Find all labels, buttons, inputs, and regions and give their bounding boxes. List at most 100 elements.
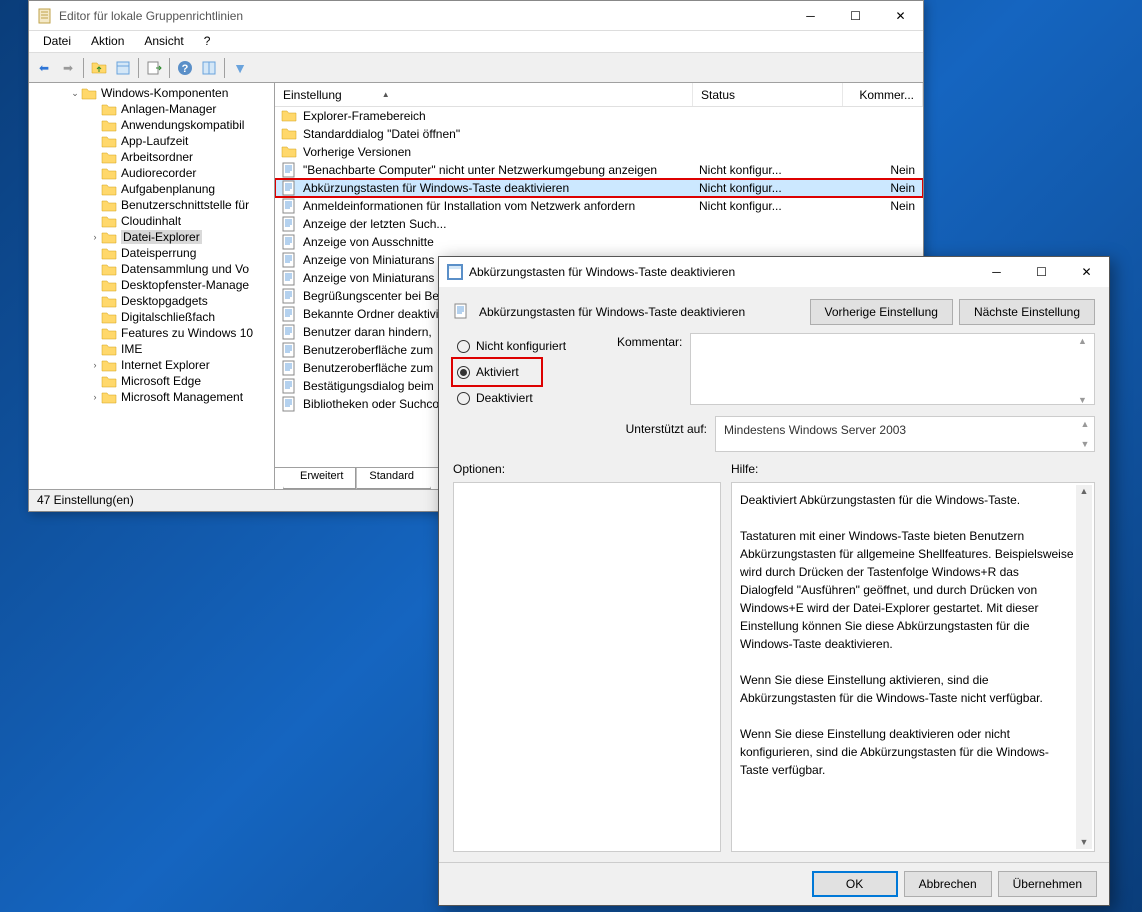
help-button[interactable]: ? <box>174 57 196 79</box>
list-row[interactable]: Anzeige der letzten Such... <box>275 215 923 233</box>
apply-button[interactable]: Übernehmen <box>998 871 1097 897</box>
tree-root[interactable]: ⌄Windows-Komponenten <box>29 85 274 101</box>
radio-icon <box>457 392 470 405</box>
dialog-titlebar[interactable]: Abkürzungstasten für Windows-Taste deakt… <box>439 257 1109 287</box>
menu-aktion[interactable]: Aktion <box>81 31 134 52</box>
list-row[interactable]: Explorer-Framebereich <box>275 107 923 125</box>
tree-item[interactable]: Anlagen-Manager <box>29 101 274 117</box>
help-box[interactable]: Deaktiviert Abkürzungstasten für die Win… <box>731 482 1095 852</box>
menu-ansicht[interactable]: Ansicht <box>134 31 193 52</box>
minimize-button[interactable]: ─ <box>788 1 833 30</box>
folder-icon <box>101 230 117 244</box>
tree-item[interactable]: Features zu Windows 10 <box>29 325 274 341</box>
gpedit-titlebar[interactable]: Editor für lokale Gruppenrichtlinien ─ ☐… <box>29 1 923 31</box>
up-button[interactable] <box>88 57 110 79</box>
comment-label: Kommentar: <box>617 333 682 349</box>
close-button[interactable]: ✕ <box>878 1 923 30</box>
help-icon: ? <box>177 60 193 76</box>
setting-status: Nicht konfigur... <box>699 163 849 177</box>
tree-item[interactable]: App-Laufzeit <box>29 133 274 149</box>
menu-help[interactable]: ? <box>194 31 221 52</box>
back-button[interactable]: ⬅ <box>33 57 55 79</box>
tree-item[interactable]: Arbeitsordner <box>29 149 274 165</box>
radio-enabled[interactable]: Aktiviert <box>453 359 541 385</box>
dialog-close-button[interactable]: ✕ <box>1064 258 1109 287</box>
dialog-minimize-button[interactable]: ─ <box>974 258 1019 287</box>
properties-button[interactable] <box>112 57 134 79</box>
tab-standard[interactable]: Standard <box>356 468 431 489</box>
tree-item[interactable]: Anwendungskompatibil <box>29 117 274 133</box>
list-row[interactable]: Vorherige Versionen <box>275 143 923 161</box>
options-label: Optionen: <box>453 462 721 476</box>
col-comment[interactable]: Kommer... <box>843 83 923 106</box>
folder-icon <box>101 118 117 132</box>
tree-item[interactable]: Datensammlung und Vo <box>29 261 274 277</box>
tree-item[interactable]: ›Datei-Explorer <box>29 229 274 245</box>
setting-name: Anzeige von Ausschnitte <box>303 235 699 249</box>
dialog-maximize-button[interactable]: ☐ <box>1019 258 1064 287</box>
scroll-down-icon: ▼ <box>1078 439 1092 449</box>
comment-input[interactable] <box>690 333 1095 405</box>
forward-button[interactable]: ➡ <box>57 57 79 79</box>
ok-button[interactable]: OK <box>812 871 898 897</box>
tree-item[interactable]: Desktopgadgets <box>29 293 274 309</box>
list-row[interactable]: Standarddialog "Datei öffnen" <box>275 125 923 143</box>
tree-pane[interactable]: ⌄Windows-KomponentenAnlagen-ManagerAnwen… <box>29 83 275 489</box>
view-button[interactable] <box>198 57 220 79</box>
expand-icon[interactable]: › <box>89 360 101 370</box>
next-setting-button[interactable]: Nächste Einstellung <box>959 299 1095 325</box>
maximize-button[interactable]: ☐ <box>833 1 878 30</box>
svg-text:?: ? <box>182 63 189 75</box>
col-setting[interactable]: Einstellung▲ <box>275 83 693 106</box>
tree-item[interactable]: Digitalschließfach <box>29 309 274 325</box>
scroll-up-icon[interactable]: ▲ <box>1078 336 1092 346</box>
supported-label: Unterstützt auf: <box>617 416 707 436</box>
tree-item[interactable]: Microsoft Edge <box>29 373 274 389</box>
policy-icon <box>281 378 297 394</box>
tree-item[interactable]: Cloudinhalt <box>29 213 274 229</box>
options-box[interactable] <box>453 482 721 852</box>
tree-item[interactable]: IME <box>29 341 274 357</box>
list-row[interactable]: "Benachbarte Computer" nicht unter Netzw… <box>275 161 923 179</box>
expand-icon[interactable]: › <box>89 392 101 402</box>
setting-status: Nicht konfigur... <box>699 199 849 213</box>
setting-comment: Nein <box>849 163 923 177</box>
scroll-down-icon[interactable]: ▼ <box>1080 836 1089 850</box>
tree-item[interactable]: Audiorecorder <box>29 165 274 181</box>
folder-icon <box>101 262 117 276</box>
tree-item[interactable]: ›Internet Explorer <box>29 357 274 373</box>
folder-icon <box>101 342 117 356</box>
tree-item[interactable]: Benutzerschnittstelle für <box>29 197 274 213</box>
expand-icon[interactable]: › <box>89 232 101 242</box>
tree-item[interactable]: Dateisperrung <box>29 245 274 261</box>
tree-item[interactable]: ›Microsoft Management <box>29 389 274 405</box>
menubar: Datei Aktion Ansicht ? <box>29 31 923 53</box>
setting-comment: Nein <box>849 181 923 195</box>
radio-not-configured[interactable]: Nicht konfiguriert <box>453 333 603 359</box>
menu-datei[interactable]: Datei <box>33 31 81 52</box>
scroll-down-icon[interactable]: ▼ <box>1078 395 1092 405</box>
folder-icon <box>101 134 117 148</box>
tab-erweitert[interactable]: Erweitert <box>283 468 356 489</box>
policy-icon <box>281 234 297 250</box>
toolbar: ⬅ ➡ ? ▼ <box>29 53 923 83</box>
radio-disabled[interactable]: Deaktiviert <box>453 385 603 411</box>
dialog-header-text: Abkürzungstasten für Windows-Taste deakt… <box>479 305 745 319</box>
export-button[interactable] <box>143 57 165 79</box>
setting-name: Explorer-Framebereich <box>303 109 699 123</box>
gpedit-app-icon <box>37 8 53 24</box>
list-row[interactable]: Anzeige von Ausschnitte <box>275 233 923 251</box>
cancel-button[interactable]: Abbrechen <box>904 871 992 897</box>
col-status[interactable]: Status <box>693 83 843 106</box>
radio-icon <box>457 340 470 353</box>
scroll-up-icon[interactable]: ▲ <box>1080 485 1089 499</box>
list-row[interactable]: Anmeldeinformationen für Installation vo… <box>275 197 923 215</box>
policy-icon <box>281 216 297 232</box>
tree-item[interactable]: Desktopfenster-Manage <box>29 277 274 293</box>
prev-setting-button[interactable]: Vorherige Einstellung <box>810 299 953 325</box>
policy-icon <box>281 360 297 376</box>
list-row[interactable]: Abkürzungstasten für Windows-Taste deakt… <box>275 179 923 197</box>
collapse-icon[interactable]: ⌄ <box>69 88 81 99</box>
filter-button[interactable]: ▼ <box>229 57 251 79</box>
tree-item[interactable]: Aufgabenplanung <box>29 181 274 197</box>
